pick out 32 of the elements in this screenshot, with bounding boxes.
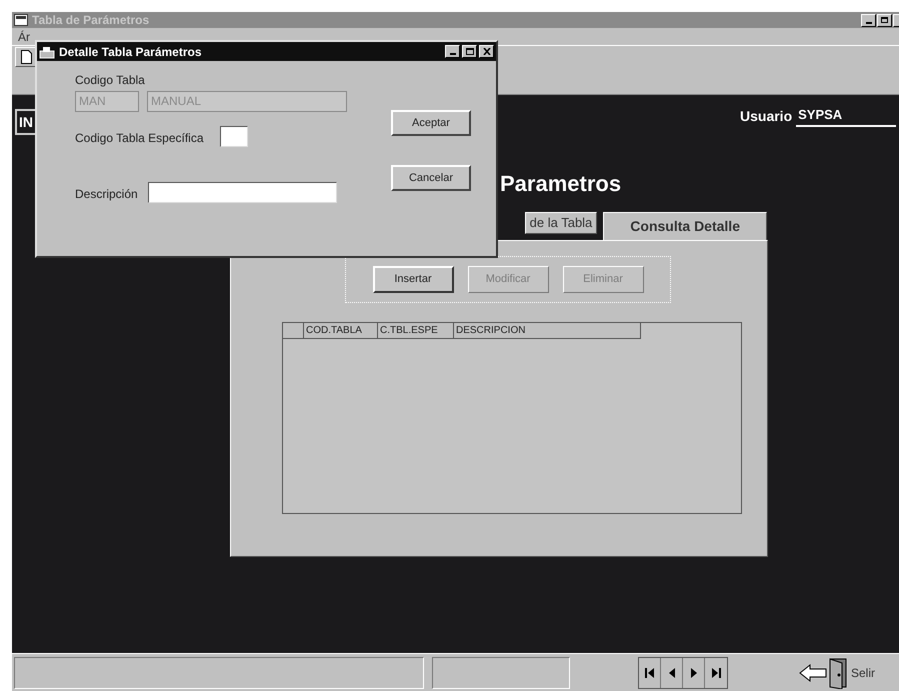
previous-icon [668, 668, 674, 678]
exit-label[interactable]: Selir [851, 664, 876, 682]
column-header: DESCRIPCION [454, 323, 641, 338]
minimize-icon[interactable] [445, 45, 460, 58]
specific-code-field[interactable] [220, 126, 248, 147]
first-icon [645, 668, 654, 678]
last-icon [712, 668, 720, 678]
form-title: Parametros [500, 170, 622, 198]
new-document-icon [20, 50, 32, 64]
tab[interactable]: de la Tabla [524, 212, 598, 234]
field-label: Descripción [75, 186, 138, 203]
minimize-icon[interactable] [861, 14, 876, 26]
action-button[interactable]: Insertar [372, 266, 454, 293]
toolbar-button[interactable] [15, 46, 37, 66]
column-header: C.TBL.ESPE [378, 323, 454, 338]
column-header: COD.TABLA [304, 323, 378, 338]
restore-icon[interactable] [877, 14, 892, 26]
window-title: Tabla de Parámetros [32, 12, 150, 29]
tab[interactable]: Consulta Detalle [603, 212, 767, 240]
window-icon [39, 44, 55, 58]
cancel-button[interactable]: Cancelar [391, 165, 471, 191]
window-icon [14, 14, 28, 26]
maximize-icon[interactable] [462, 45, 477, 58]
field-label: Codigo Tabla Específica [75, 130, 204, 147]
user-label: Usuario [740, 106, 792, 126]
dialog-title: Detalle Tabla Parámetros [59, 44, 203, 60]
description-field[interactable] [148, 182, 337, 203]
field-label: Codigo Tabla [75, 72, 145, 89]
next-icon [690, 668, 696, 678]
accept-button[interactable]: Aceptar [391, 110, 471, 136]
menu-item[interactable]: Ár [18, 28, 30, 46]
user-field: SYPSA [796, 105, 896, 126]
